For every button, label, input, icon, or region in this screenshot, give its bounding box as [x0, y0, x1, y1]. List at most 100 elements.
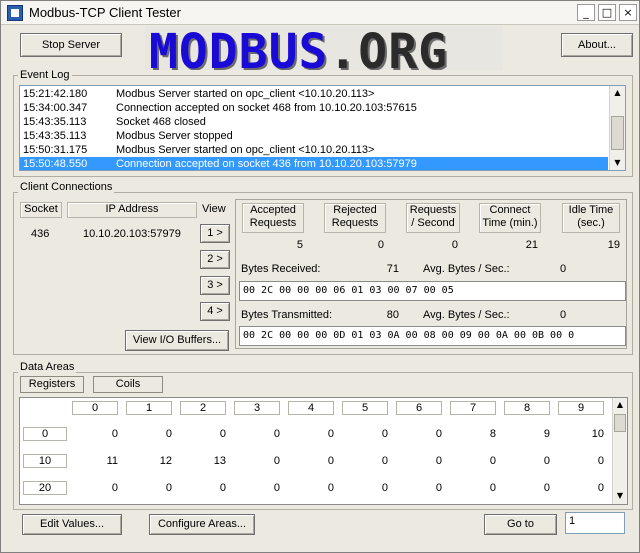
avg-rx-label: Avg. Bytes / Sec.:: [423, 263, 510, 275]
column-header: 9: [558, 401, 604, 415]
minimize-button[interactable]: _: [577, 4, 595, 21]
tx-hex-buffer: 00 2C 00 00 00 0D 01 03 0A 00 08 00 09 0…: [239, 326, 626, 346]
main-window: Modbus-TCP Client Tester _ □ × Stop Serv…: [0, 0, 640, 553]
scroll-down-icon[interactable]: ▼: [610, 156, 625, 170]
avg-tx-label: Avg. Bytes / Sec.:: [423, 309, 510, 321]
register-cell[interactable]: 0: [358, 482, 388, 494]
log-time: 15:21:42.180: [23, 88, 88, 100]
ip-address-value: 10.10.20.103:57979: [83, 228, 181, 240]
column-header: 2: [180, 401, 226, 415]
logo-text: MODBUS.ORG: [149, 26, 448, 70]
registers-grid[interactable]: 0123456789 0 0 0 0 0 0 0 0 8 9 10 10 11 12 13 0 0 0 0 0 0 0 20…: [19, 397, 628, 505]
register-cell[interactable]: 0: [412, 482, 442, 494]
register-cell[interactable]: 0: [412, 428, 442, 440]
row-header: 10: [23, 454, 67, 468]
log-time: 15:50:31.175: [23, 144, 88, 156]
register-cell[interactable]: 11: [88, 455, 118, 467]
idle-time-value: 19: [607, 239, 620, 251]
register-cell[interactable]: 0: [466, 482, 496, 494]
title-bar: Modbus-TCP Client Tester _ □ ×: [1, 1, 639, 25]
log-row[interactable]: 15:34:00.347 Connection accepted on socke…: [20, 101, 608, 115]
close-button[interactable]: ×: [619, 4, 637, 21]
scroll-up-icon[interactable]: ▲: [610, 86, 625, 100]
log-time: 15:50:48.550: [23, 158, 88, 170]
column-header: 4: [288, 401, 334, 415]
connect-time-header: Connect Time (min.): [479, 203, 541, 233]
register-cell[interactable]: 0: [196, 482, 226, 494]
register-cell[interactable]: 0: [250, 482, 280, 494]
configure-areas-button[interactable]: Configure Areas...: [149, 514, 255, 535]
register-cell[interactable]: 13: [196, 455, 226, 467]
event-log-list[interactable]: 15:21:42.180 Modbus Server started on opc…: [19, 85, 626, 171]
register-cell[interactable]: 10: [574, 428, 604, 440]
log-row[interactable]: 15:21:42.180 Modbus Server started on opc…: [20, 87, 608, 101]
logo-org: .ORG: [328, 26, 448, 70]
view-1-button[interactable]: 1 >: [200, 224, 230, 243]
row-header: 20: [23, 481, 67, 495]
register-cell[interactable]: 0: [250, 428, 280, 440]
scroll-thumb[interactable]: [611, 116, 624, 150]
modbus-org-logo: MODBUS.ORG: [145, 26, 503, 70]
register-cell[interactable]: 0: [466, 455, 496, 467]
register-cell[interactable]: 0: [304, 428, 334, 440]
register-cell[interactable]: 0: [196, 428, 226, 440]
event-log-scrollbar[interactable]: ▲ ▼: [609, 86, 625, 170]
register-cell[interactable]: 0: [520, 482, 550, 494]
register-cell[interactable]: 0: [142, 428, 172, 440]
go-to-button[interactable]: Go to: [484, 514, 557, 535]
view-4-button[interactable]: 4 >: [200, 302, 230, 321]
register-cell[interactable]: 0: [358, 455, 388, 467]
event-log-title: Event Log: [18, 69, 72, 81]
go-to-input[interactable]: 1: [565, 512, 625, 534]
view-2-button[interactable]: 2 >: [200, 250, 230, 269]
log-time: 15:34:00.347: [23, 102, 88, 114]
register-cell[interactable]: 0: [88, 428, 118, 440]
log-message: Modbus Server started on opc_client <10.…: [116, 88, 375, 100]
register-cell[interactable]: 0: [358, 428, 388, 440]
log-time: 15:43:35.113: [23, 116, 87, 128]
accepted-requests-value: 5: [296, 239, 303, 251]
rx-hex-buffer: 00 2C 00 00 00 06 01 03 00 07 00 05: [239, 281, 626, 301]
column-header: 6: [396, 401, 442, 415]
stop-server-button[interactable]: Stop Server: [20, 33, 122, 57]
register-cell[interactable]: 0: [88, 482, 118, 494]
register-cell[interactable]: 0: [304, 482, 334, 494]
grid-scrollbar[interactable]: ▲ ▼: [612, 398, 627, 504]
register-cell[interactable]: 8: [466, 428, 496, 440]
socket-value: 436: [31, 228, 50, 240]
tab-registers[interactable]: Registers: [20, 376, 84, 393]
register-cell[interactable]: 12: [142, 455, 172, 467]
column-header: 0: [72, 401, 118, 415]
register-cell[interactable]: 0: [520, 455, 550, 467]
register-cell[interactable]: 0: [574, 482, 604, 494]
bytes-transmitted-label: Bytes Transmitted:: [241, 309, 333, 321]
scroll-down-icon[interactable]: ▼: [613, 489, 627, 503]
register-cell[interactable]: 0: [412, 455, 442, 467]
scroll-up-icon[interactable]: ▲: [613, 398, 627, 412]
log-row[interactable]: 15:50:31.175 Modbus Server started on opc…: [20, 143, 608, 157]
column-header: 5: [342, 401, 388, 415]
register-cell[interactable]: 0: [142, 482, 172, 494]
edit-values-button[interactable]: Edit Values...: [22, 514, 122, 535]
requests-per-second-value: 0: [451, 239, 458, 251]
register-cell[interactable]: 9: [520, 428, 550, 440]
scroll-thumb[interactable]: [614, 414, 626, 432]
register-cell[interactable]: 0: [574, 455, 604, 467]
log-row[interactable]: 15:43:35.113 Modbus Server stopped: [20, 129, 608, 143]
row-header: 0: [23, 427, 67, 441]
view-io-buffers-button[interactable]: View I/O Buffers...: [125, 330, 229, 351]
window-title: Modbus-TCP Client Tester: [29, 5, 181, 20]
log-row[interactable]: 15:43:35.113 Socket 468 closed: [20, 115, 608, 129]
register-cell[interactable]: 0: [304, 455, 334, 467]
avg-rx-value: 0: [560, 263, 567, 275]
view-3-button[interactable]: 3 >: [200, 276, 230, 295]
log-row-selected[interactable]: 15:50:48.550 Connection accepted on socke…: [20, 157, 608, 170]
tab-coils[interactable]: Coils: [93, 376, 163, 393]
about-button[interactable]: About...: [561, 33, 633, 57]
log-message: Connection accepted on socket 436 from 1…: [116, 158, 417, 170]
register-cell[interactable]: 0: [250, 455, 280, 467]
requests-per-second-header: Requests / Second: [406, 203, 460, 233]
column-header: 8: [504, 401, 550, 415]
maximize-button[interactable]: □: [598, 4, 616, 21]
socket-header: Socket: [20, 202, 62, 218]
